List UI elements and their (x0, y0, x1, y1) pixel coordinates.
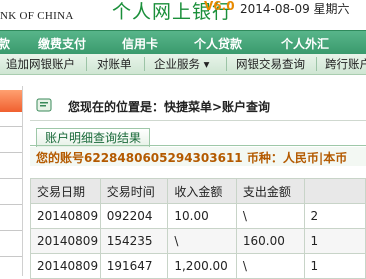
sidebar-tab[interactable] (0, 90, 22, 112)
cell-extra: 2 (303, 203, 366, 229)
cell-date: 20140809 (30, 228, 101, 254)
cell-date: 20140809 (30, 253, 101, 279)
breadcrumb: 您现在的位置是：快捷菜单>账户查询 (30, 90, 366, 121)
version-label: V6.0 (204, 0, 235, 13)
cell-time: 092204 (99, 203, 169, 229)
sidebar-divider (0, 152, 22, 153)
result-panel: 账户明细查询结果 您的账号6228480605294303611 币种：人民币|… (30, 128, 366, 279)
col-header-time: 交易时间 (99, 178, 169, 204)
panel-header-rule (30, 145, 366, 146)
main-nav: 款 缴费支付 信用卡 个人贷款 个人外汇 (0, 30, 366, 54)
table-row: 20140809 191647 1,200.00 \ 1 (30, 253, 366, 279)
bank-logo-text: NK OF CHINA (0, 10, 74, 22)
col-header-extra (303, 178, 366, 204)
cell-time: 191647 (99, 253, 169, 279)
subnav-separator (316, 57, 317, 71)
subnav-transaction-query[interactable]: 网银交易查询 (236, 56, 305, 72)
panel-header: 账户明细查询结果 (30, 128, 366, 147)
cell-income: \ (167, 228, 237, 254)
subnav-add-account[interactable]: 追加网银账户 (6, 56, 75, 72)
sidebar-divider (0, 178, 22, 179)
cell-income: 10.00 (167, 203, 237, 229)
cell-extra: 1 (303, 228, 366, 254)
nav-item-credit-card[interactable]: 信用卡 (122, 35, 158, 52)
subnav-statement[interactable]: 对账单 (97, 56, 132, 72)
transaction-table: 交易日期 交易时间 收入金额 支出金额 20140809 092204 10.0… (30, 178, 366, 279)
subnav-enterprise-service[interactable]: 企业服务 ▾ (154, 56, 209, 72)
nav-item-payment[interactable]: 缴费支付 (38, 35, 86, 52)
col-header-date: 交易日期 (30, 178, 101, 204)
sidebar-divider (0, 256, 22, 257)
app-header: NK OF CHINA 个人网上银行 V6.0 2014-08-09 星期六 (0, 0, 366, 30)
table-row: 20140809 154235 \ 160.00 1 (30, 228, 366, 254)
cell-expense: \ (235, 203, 305, 229)
table-header-row: 交易日期 交易时间 收入金额 支出金额 (30, 178, 366, 204)
sub-nav: 追加网银账户 对账单 企业服务 ▾ 网银交易查询 跨行账户 (0, 54, 366, 75)
cell-extra: 1 (303, 253, 366, 279)
subnav-separator (86, 57, 87, 71)
nav-item-deposit[interactable]: 款 (0, 35, 10, 52)
sidebar-divider (0, 230, 22, 231)
sidebar-divider (0, 126, 22, 127)
nav-item-personal-loan[interactable]: 个人贷款 (194, 35, 242, 52)
sidebar-divider (0, 204, 22, 205)
subnav-interbank-account[interactable]: 跨行账户 (325, 56, 366, 72)
cell-expense: 160.00 (235, 228, 305, 254)
subnav-separator (144, 57, 145, 71)
col-header-expense: 支出金额 (235, 178, 305, 204)
left-sidebar (0, 86, 23, 276)
cell-income: 1,200.00 (167, 253, 237, 279)
cell-date: 20140809 (30, 203, 101, 229)
subnav-separator (226, 57, 227, 71)
cell-expense: \ (235, 253, 305, 279)
account-info: 您的账号6228480605294303611 币种：人民币|本币 (30, 147, 366, 166)
location-icon (36, 98, 52, 112)
col-header-income: 收入金额 (167, 178, 237, 204)
breadcrumb-text: 您现在的位置是：快捷菜单>账户查询 (68, 100, 271, 114)
current-date: 2014-08-09 星期六 (240, 2, 350, 16)
table-row: 20140809 092204 10.00 \ 2 (30, 203, 366, 229)
nav-item-forex[interactable]: 个人外汇 (281, 35, 329, 52)
cell-time: 154235 (99, 228, 169, 254)
account-line: 您的账号6228480605294303611 币种：人民币|本币 (36, 151, 348, 165)
